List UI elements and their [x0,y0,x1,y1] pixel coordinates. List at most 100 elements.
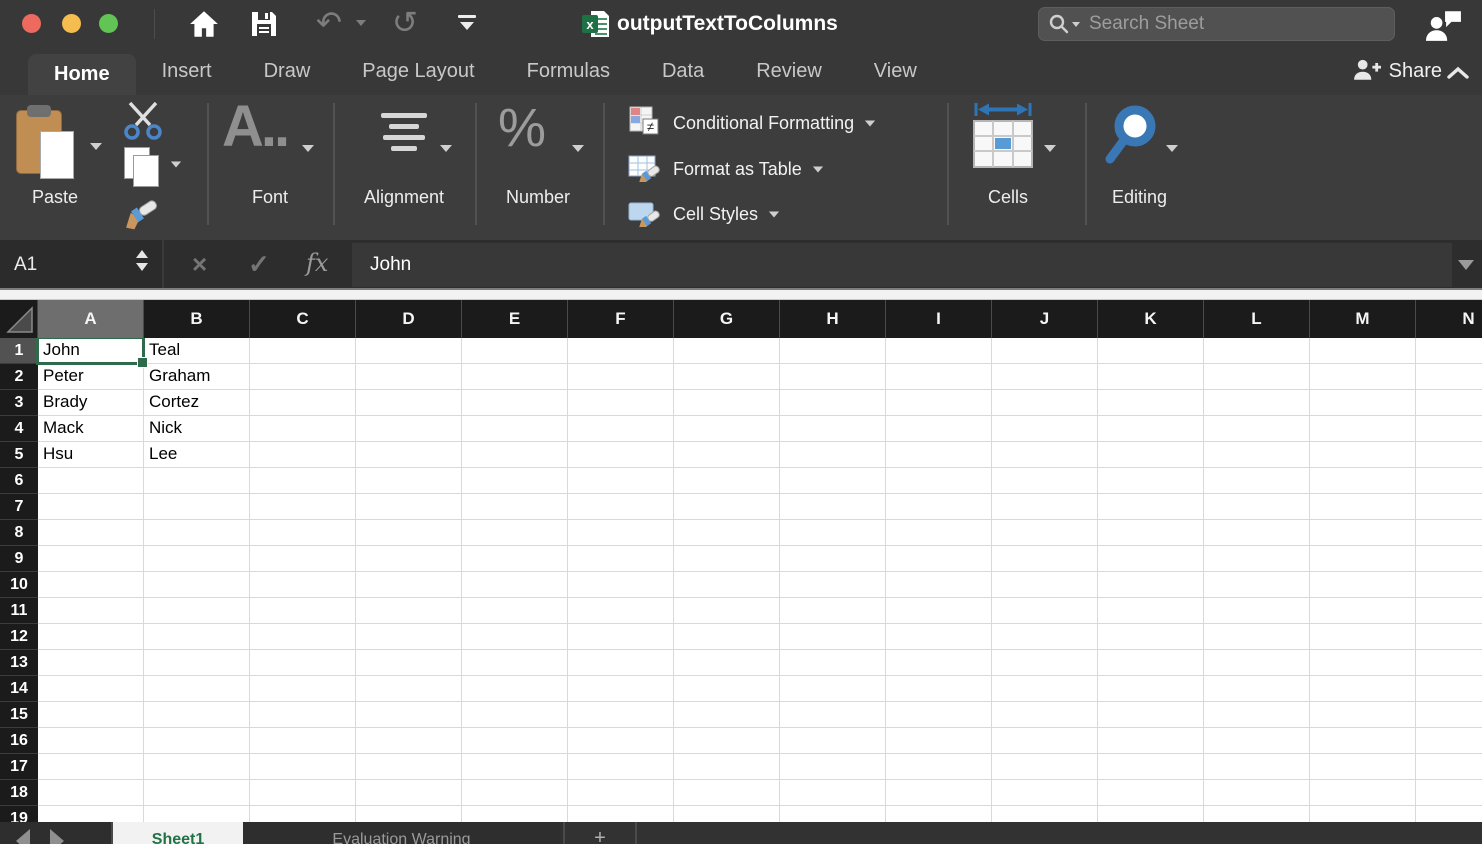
cell-D5[interactable] [356,442,462,468]
cell-M2[interactable] [1310,364,1416,390]
row-header-13[interactable]: 13 [0,650,38,676]
cell-K17[interactable] [1098,754,1204,780]
tab-formulas[interactable]: Formulas [501,48,636,95]
cell-E17[interactable] [462,754,568,780]
row-header-7[interactable]: 7 [0,494,38,520]
cell-B5[interactable]: Lee [144,442,250,468]
cell-H3[interactable] [780,390,886,416]
cell-G1[interactable] [674,338,780,364]
cell-K6[interactable] [1098,468,1204,494]
cell-I12[interactable] [886,624,992,650]
cell-N19[interactable] [1416,806,1482,822]
format-painter-icon[interactable] [118,193,164,236]
tab-page-layout[interactable]: Page Layout [336,48,500,95]
cell-A19[interactable] [38,806,144,822]
cell-M12[interactable] [1310,624,1416,650]
cell-M5[interactable] [1310,442,1416,468]
insert-function-icon[interactable]: fx [306,240,328,286]
cell-C10[interactable] [250,572,356,598]
cell-C7[interactable] [250,494,356,520]
row-header-3[interactable]: 3 [0,390,38,416]
cell-D17[interactable] [356,754,462,780]
alignment-dropdown-caret[interactable] [440,145,452,152]
enter-icon[interactable]: ✓ [248,240,270,288]
cell-M4[interactable] [1310,416,1416,442]
cell-E8[interactable] [462,520,568,546]
cell-K10[interactable] [1098,572,1204,598]
name-box-stepper[interactable] [136,250,148,271]
cell-H7[interactable] [780,494,886,520]
cell-I9[interactable] [886,546,992,572]
cell-F2[interactable] [568,364,674,390]
cell-I7[interactable] [886,494,992,520]
cell-K8[interactable] [1098,520,1204,546]
close-window-button[interactable] [22,14,41,33]
cell-C17[interactable] [250,754,356,780]
cell-I18[interactable] [886,780,992,806]
cell-E4[interactable] [462,416,568,442]
font-label[interactable]: Font [220,187,320,208]
cell-J10[interactable] [992,572,1098,598]
cell-D15[interactable] [356,702,462,728]
cell-D13[interactable] [356,650,462,676]
cell-D16[interactable] [356,728,462,754]
cell-C11[interactable] [250,598,356,624]
cell-N3[interactable] [1416,390,1482,416]
sheet-tab-sheet1[interactable]: Sheet1 [113,822,243,844]
cell-I19[interactable] [886,806,992,822]
cell-G16[interactable] [674,728,780,754]
cell-N10[interactable] [1416,572,1482,598]
name-box[interactable]: A1 [0,240,162,290]
cell-A5[interactable]: Hsu [38,442,144,468]
cell-B18[interactable] [144,780,250,806]
cell-E6[interactable] [462,468,568,494]
cell-A15[interactable] [38,702,144,728]
editing-label[interactable]: Editing [1092,187,1187,208]
cell-B2[interactable]: Graham [144,364,250,390]
cell-A7[interactable] [38,494,144,520]
paste-label[interactable]: Paste [10,187,100,208]
cell-N16[interactable] [1416,728,1482,754]
cell-C15[interactable] [250,702,356,728]
cell-J5[interactable] [992,442,1098,468]
cell-G17[interactable] [674,754,780,780]
cell-M14[interactable] [1310,676,1416,702]
cells-label[interactable]: Cells [958,187,1058,208]
conditional-formatting-button[interactable]: ≠ Conditional Formatting [628,105,876,141]
cell-E3[interactable] [462,390,568,416]
cell-K11[interactable] [1098,598,1204,624]
cell-H4[interactable] [780,416,886,442]
cells-icon[interactable] [972,101,1034,178]
cell-G3[interactable] [674,390,780,416]
cell-M8[interactable] [1310,520,1416,546]
row-header-11[interactable]: 11 [0,598,38,624]
cell-B6[interactable] [144,468,250,494]
cell-G14[interactable] [674,676,780,702]
cell-J15[interactable] [992,702,1098,728]
cell-L5[interactable] [1204,442,1310,468]
cell-N18[interactable] [1416,780,1482,806]
cell-M19[interactable] [1310,806,1416,822]
tab-insert[interactable]: Insert [136,48,238,95]
row-header-17[interactable]: 17 [0,754,38,780]
number-dropdown-caret[interactable] [572,145,584,152]
stepper-down-icon[interactable] [136,263,148,271]
share-button[interactable]: Share [1353,48,1442,95]
row-header-6[interactable]: 6 [0,468,38,494]
cell-E5[interactable] [462,442,568,468]
row-header-10[interactable]: 10 [0,572,38,598]
cell-M17[interactable] [1310,754,1416,780]
cell-F11[interactable] [568,598,674,624]
cell-K4[interactable] [1098,416,1204,442]
cell-N5[interactable] [1416,442,1482,468]
column-header-N[interactable]: N [1416,300,1482,338]
number-label[interactable]: Number [488,187,588,208]
cell-G13[interactable] [674,650,780,676]
cell-H6[interactable] [780,468,886,494]
row-header-5[interactable]: 5 [0,442,38,468]
cell-H8[interactable] [780,520,886,546]
cell-H18[interactable] [780,780,886,806]
cell-J13[interactable] [992,650,1098,676]
cell-H12[interactable] [780,624,886,650]
redo-icon[interactable]: ↺ [392,3,418,43]
